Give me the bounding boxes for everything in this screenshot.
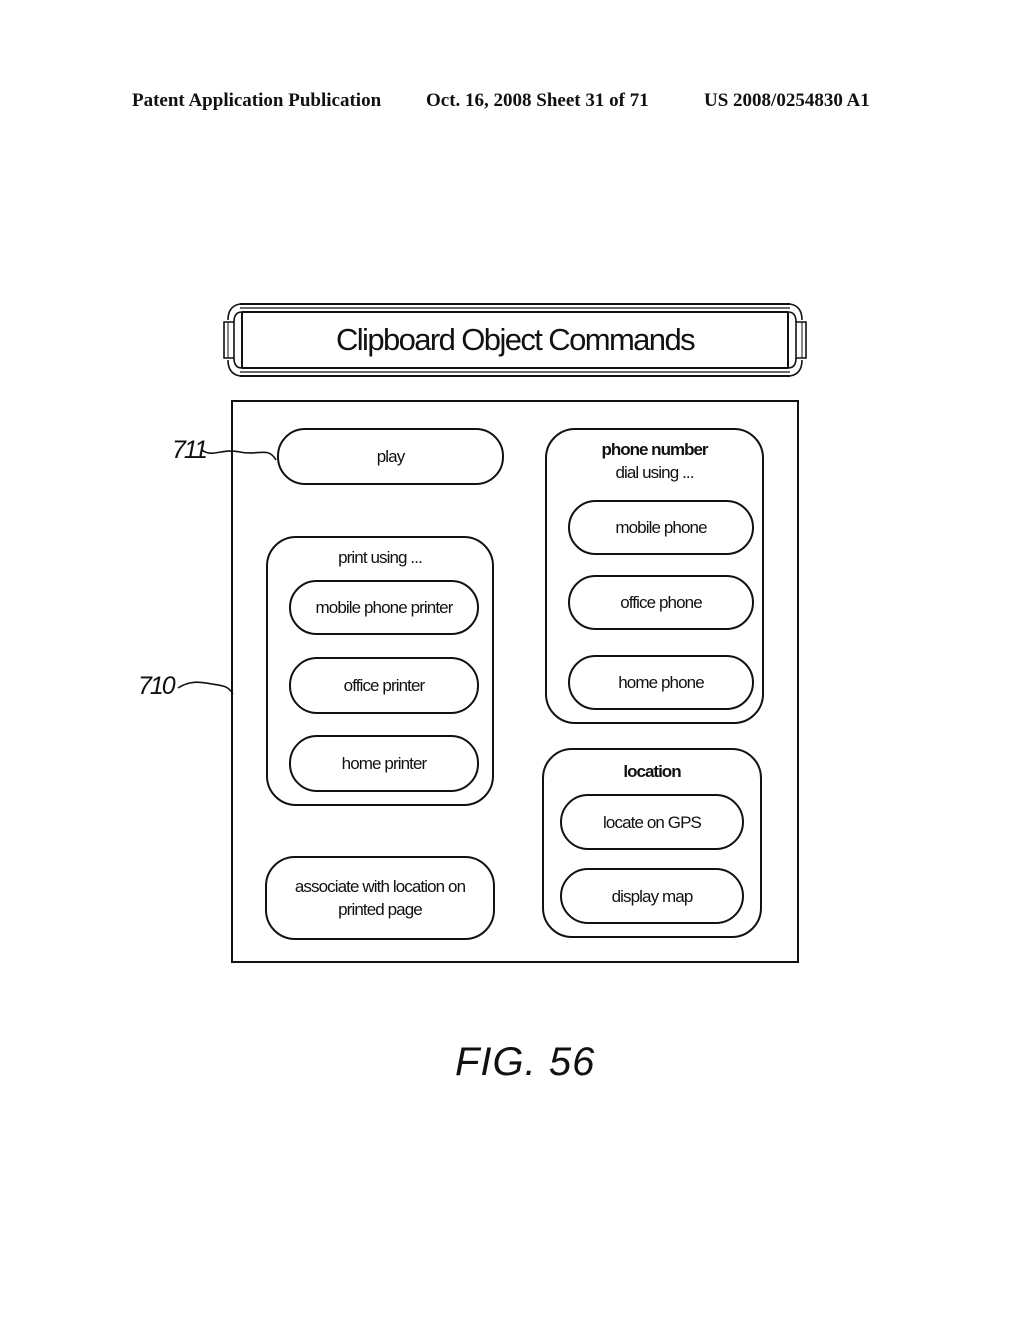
location-label: location xyxy=(623,762,681,781)
print-using-group: print using ... mobile phone printer off… xyxy=(266,536,494,806)
associate-location-button[interactable]: associate with location on printed page xyxy=(265,856,495,940)
dial-office-phone-button[interactable]: office phone xyxy=(568,575,754,630)
display-map-button[interactable]: display map xyxy=(560,868,744,924)
phone-number-group: phone number dial using ... mobile phone… xyxy=(545,428,764,724)
publication-date-sheet: Oct. 16, 2008 Sheet 31 of 71 xyxy=(426,90,649,111)
reference-numeral-711: 711 xyxy=(172,436,208,464)
location-group: location locate on GPS display map xyxy=(542,748,762,938)
reference-numeral-710: 710 xyxy=(138,672,176,700)
leader-line-710 xyxy=(177,681,234,695)
dialog-title: Clipboard Object Commands xyxy=(335,322,696,357)
dial-home-phone-button[interactable]: home phone xyxy=(568,655,754,710)
dial-mobile-phone-button[interactable]: mobile phone xyxy=(568,500,754,555)
print-office-printer-button[interactable]: office printer xyxy=(289,657,479,714)
publication-number: US 2008/0254830 A1 xyxy=(704,90,870,111)
clipboard-commands-dialog: play print using ... mobile phone printe… xyxy=(231,400,799,963)
print-mobile-phone-printer-button[interactable]: mobile phone printer xyxy=(289,580,479,635)
title-banner: Clipboard Object Commands xyxy=(222,302,808,378)
publication-type: Patent Application Publication xyxy=(132,90,382,111)
dial-using-label: dial using ... xyxy=(615,463,694,482)
print-using-label: print using ... xyxy=(338,548,423,567)
figure-label: FIG. 56 xyxy=(455,1040,596,1084)
print-home-printer-button[interactable]: home printer xyxy=(289,735,479,792)
phone-number-label: phone number xyxy=(601,440,708,459)
locate-on-gps-button[interactable]: locate on GPS xyxy=(560,794,744,850)
play-button[interactable]: play xyxy=(277,428,504,485)
